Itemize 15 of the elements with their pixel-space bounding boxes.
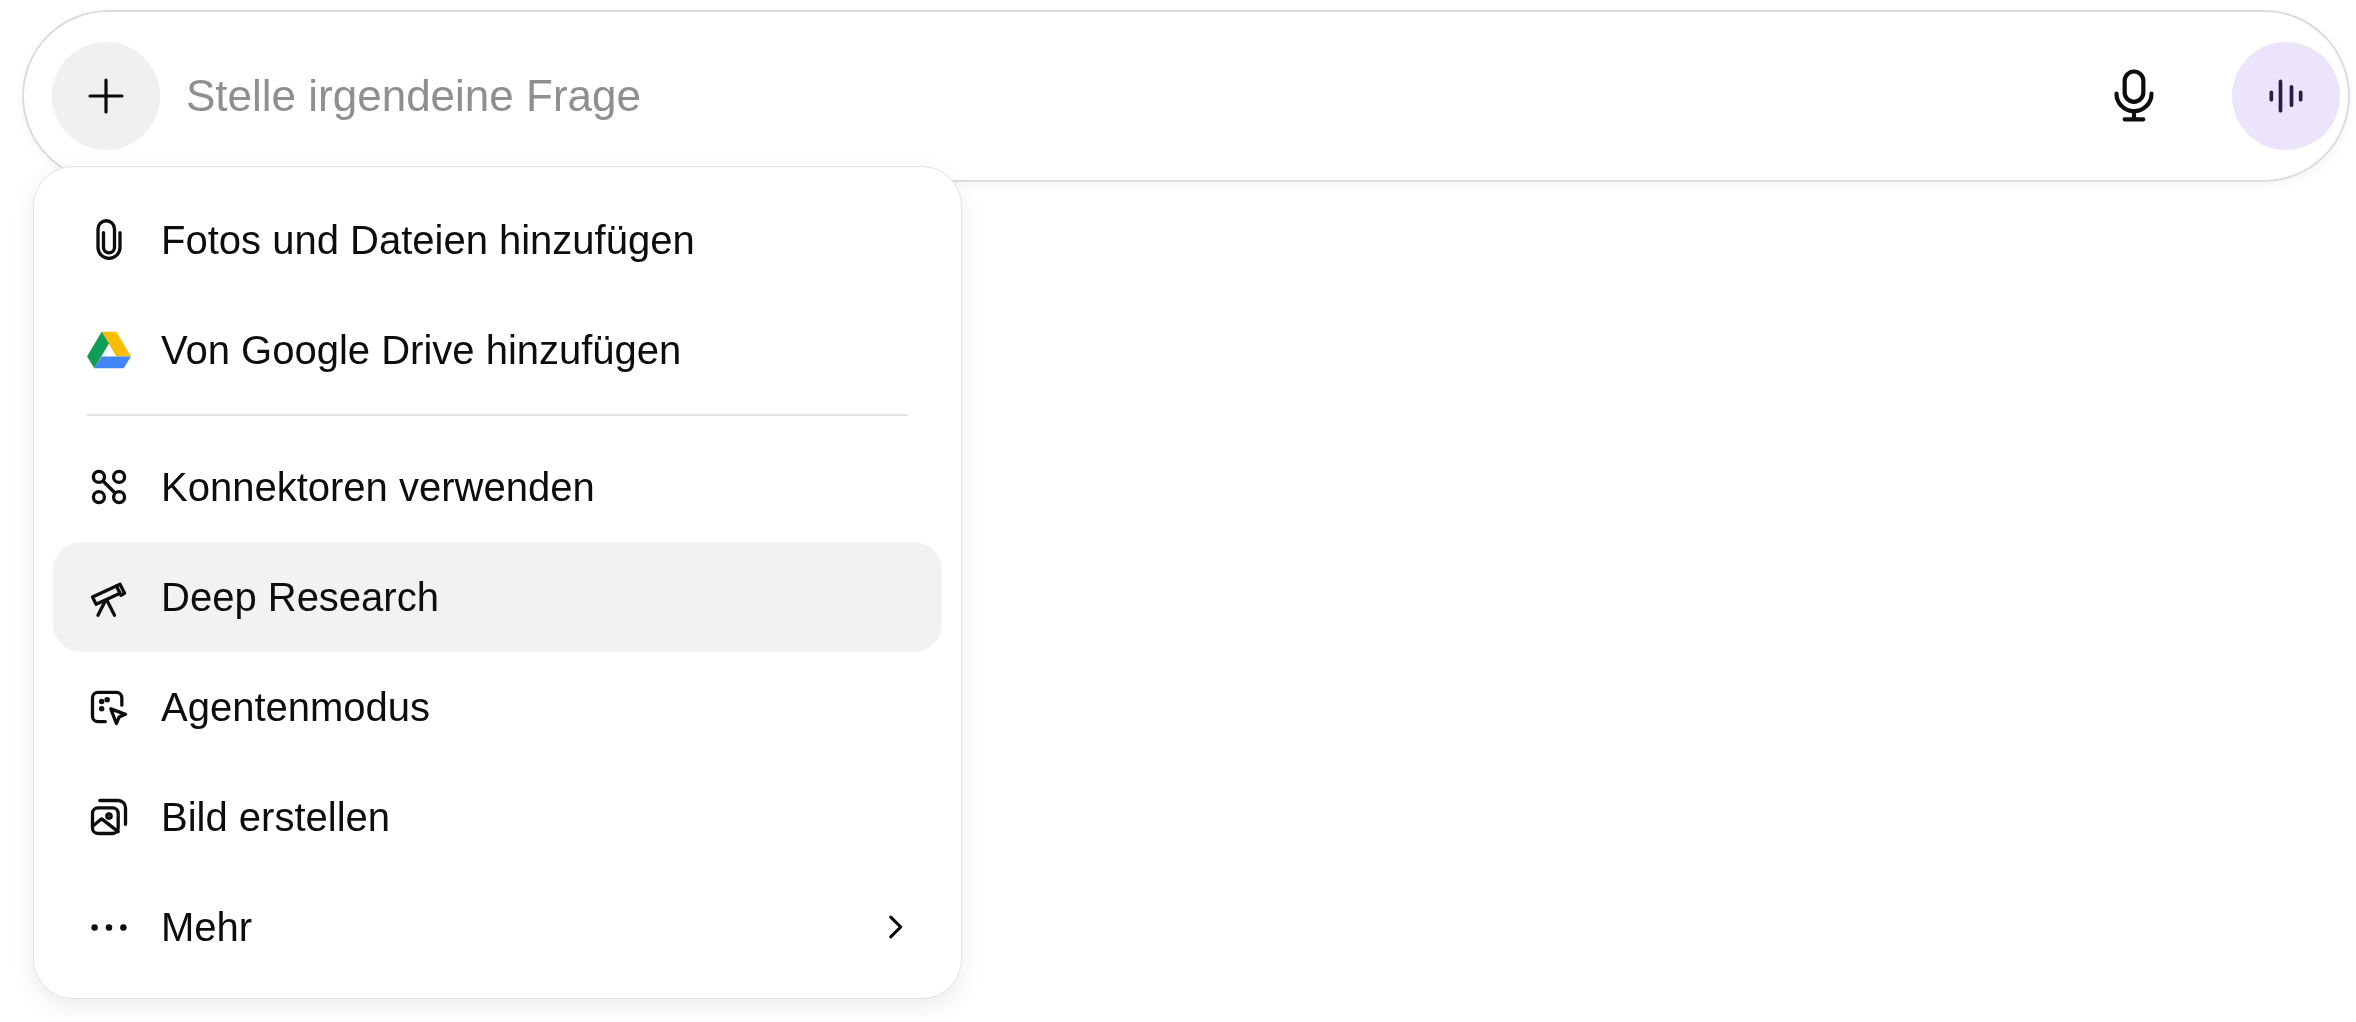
menu-item[interactable]: Von Google Drive hinzufügen [53,295,942,405]
menu-item-label: Agentenmodus [161,684,432,730]
menu-item-label: Fotos und Dateien hinzufügen [161,217,696,263]
menu-item-label: Deep Research [161,574,440,620]
menu-item-label: Konnektoren verwenden [161,464,596,510]
menu-item-label: Mehr [161,904,254,950]
menu-item[interactable]: Mehr [53,872,942,982]
prompt-input[interactable]: Stelle irgendeine Frage [184,70,2086,122]
menu-item[interactable]: Konnektoren verwenden [53,432,942,542]
menu-item-label: Bild erstellen [161,794,391,840]
menu-item[interactable]: Fotos und Dateien hinzufügen [53,185,942,295]
menu-item[interactable]: Deep Research [53,542,942,652]
menu-item-label: Von Google Drive hinzufügen [161,327,683,373]
menu-item[interactable]: Agentenmodus [53,652,942,762]
menu-item[interactable]: Bild erstellen [53,762,942,872]
